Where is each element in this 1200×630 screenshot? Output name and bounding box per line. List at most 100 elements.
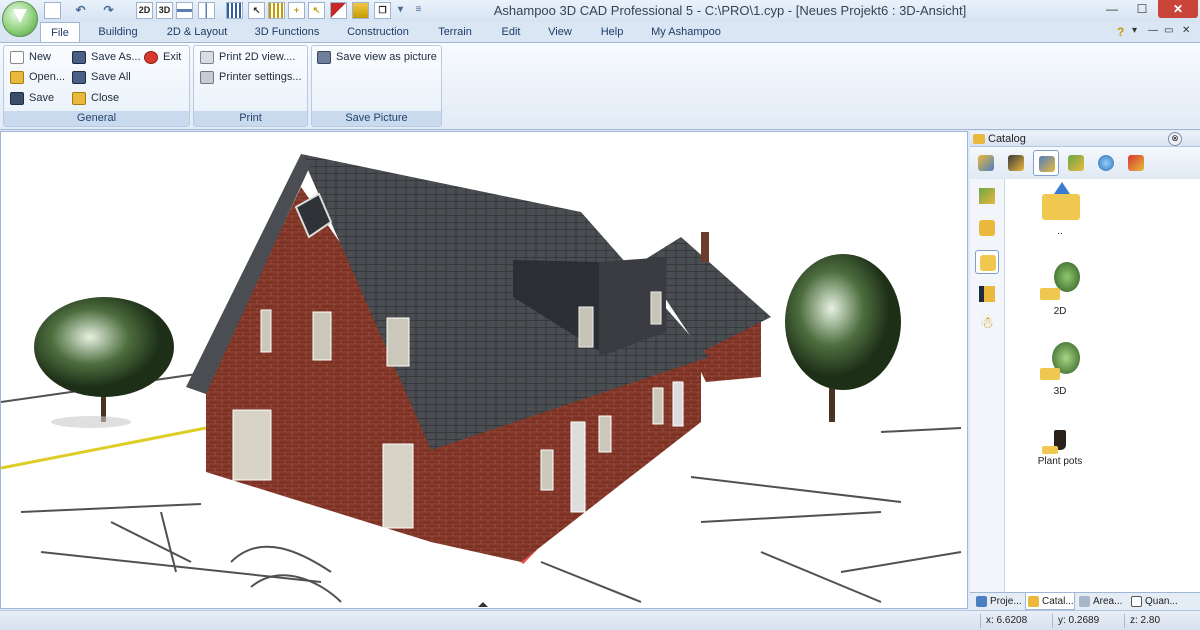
power-icon (144, 50, 158, 64)
new-doc-icon[interactable] (44, 2, 61, 19)
print-2d-button[interactable]: Print 2D view.... (200, 48, 295, 66)
catalog-item-2d[interactable]: 2D (1010, 262, 1110, 317)
group-print-label: Print (194, 111, 307, 126)
grid-icon[interactable] (226, 2, 243, 19)
tab-edit[interactable]: Edit (494, 22, 528, 42)
panel-tab-catalog[interactable]: Catal... (1025, 593, 1075, 610)
side-tool-4[interactable] (975, 282, 999, 306)
redo-icon[interactable]: ↷ (100, 2, 117, 19)
side-tool-1[interactable] (975, 184, 999, 208)
globe-icon (1098, 155, 1114, 171)
3d-house-scene[interactable] (1, 132, 968, 609)
printer-icon (200, 50, 214, 64)
save-as-button[interactable]: Save As... (72, 48, 141, 66)
snap-lines-icon[interactable] (268, 2, 285, 19)
snap-cross-icon[interactable]: + (288, 2, 305, 19)
catalog-item-label: .. (1057, 226, 1063, 237)
catalog-item-parent[interactable]: .. (1010, 182, 1110, 237)
mdi-restore-icon[interactable]: ▭ (1164, 25, 1173, 36)
save-disk-icon (10, 91, 24, 105)
save-view-as-picture-button[interactable]: Save view as picture (317, 48, 437, 66)
tab-view[interactable]: View (540, 22, 580, 42)
status-x-coordinate: x: 6.6208 (980, 614, 1052, 628)
exit-button[interactable]: Exit (144, 48, 181, 66)
open-button[interactable]: Open... (10, 68, 65, 86)
close-folder-icon (72, 91, 86, 105)
minimize-button[interactable]: — (1098, 0, 1126, 18)
tab-construction[interactable]: Construction (340, 22, 416, 42)
folder-up-icon (1038, 182, 1082, 226)
measure-icon[interactable] (330, 2, 347, 19)
application-menu-button[interactable] (2, 1, 38, 37)
save-all-button[interactable]: Save All (72, 68, 131, 86)
viewport-splitter-handle[interactable] (478, 602, 488, 607)
customize-icon[interactable]: ≡ (410, 2, 427, 19)
view-3d-button[interactable]: 3D (156, 2, 173, 19)
walls-icon[interactable] (352, 2, 369, 19)
panel-tab-area[interactable]: Area... (1077, 593, 1127, 610)
mdi-minimize-icon[interactable]: — (1148, 25, 1158, 36)
main-house (186, 154, 709, 562)
status-z-coordinate: z: 2.80 (1124, 614, 1196, 628)
mdi-close-icon[interactable]: ✕ (1182, 25, 1190, 36)
status-y-coordinate: y: 0.2689 (1052, 614, 1124, 628)
copy-icon[interactable]: ❐ (374, 2, 391, 19)
save-button[interactable]: Save (10, 89, 54, 107)
catalog-grid-icon (979, 188, 995, 204)
catalog-item-plant-pots[interactable]: Plant pots (1010, 428, 1110, 467)
tab-3d-functions[interactable]: 3D Functions (248, 22, 326, 42)
group-general-label: General (4, 111, 189, 126)
side-tool-5[interactable]: ☃ (975, 312, 999, 336)
undo-icon[interactable]: ↶ (72, 2, 89, 19)
tab-2d-layout[interactable]: 2D & Layout (158, 22, 236, 42)
3d-viewport[interactable] (0, 131, 968, 609)
quantities-icon (1131, 596, 1142, 607)
plant-2d-icon (1038, 262, 1082, 306)
project-tree-icon (976, 596, 987, 607)
lights-icon (1128, 155, 1144, 171)
tab-building[interactable]: Building (88, 22, 148, 42)
quick-access-more[interactable]: ▾ (392, 2, 409, 19)
close-window-button[interactable]: ✕ (1158, 0, 1198, 18)
catalog-pin-icon[interactable]: ⊗ (1168, 132, 1182, 146)
materials-icon (1068, 155, 1084, 171)
door-icon (1008, 155, 1024, 171)
help-icon[interactable]: ? (1117, 25, 1124, 39)
select-cursor-icon[interactable]: ↖ (248, 2, 265, 19)
help-dropdown-icon[interactable]: ▾ (1132, 25, 1137, 36)
plants-folder-icon (1039, 156, 1055, 172)
group-save-picture-label: Save Picture (312, 111, 441, 126)
area-icon (1079, 596, 1090, 607)
catalog-tool-plants[interactable] (1033, 150, 1059, 176)
catalog-item-3d[interactable]: 3D (1010, 342, 1110, 397)
open-folder-icon (10, 70, 24, 84)
panel-tab-project[interactable]: Proje... (974, 593, 1024, 610)
horizontal-split-icon[interactable] (176, 2, 193, 19)
catalog-tool-furniture[interactable] (973, 150, 999, 176)
side-tool-3[interactable] (975, 250, 999, 274)
new-button[interactable]: New (10, 48, 51, 66)
view-2d-button[interactable]: 2D (136, 2, 153, 19)
catalog-folder-icon (973, 134, 985, 144)
catalog-tool-lights[interactable] (1123, 150, 1149, 176)
tab-terrain[interactable]: Terrain (430, 22, 480, 42)
catalog-tool-doors[interactable] (1003, 150, 1029, 176)
side-tool-2[interactable] (975, 216, 999, 240)
tab-file[interactable]: File (40, 22, 80, 43)
close-button[interactable]: Close (72, 89, 119, 107)
pointer-icon[interactable]: ↖ (308, 2, 325, 19)
down-arrow-icon (13, 9, 27, 23)
book-icon (979, 286, 995, 302)
panel-tab-quantities[interactable]: Quan... (1129, 593, 1181, 610)
catalog-title: Catalog (988, 133, 1026, 145)
catalog-item-label: Plant pots (1037, 456, 1083, 467)
catalog-tool-textures[interactable] (1093, 150, 1119, 176)
maximize-button[interactable]: ☐ (1128, 0, 1156, 18)
catalog-item-label: 2D (1053, 306, 1067, 317)
tab-help[interactable]: Help (592, 22, 632, 42)
tab-my-ashampoo[interactable]: My Ashampoo (646, 22, 726, 42)
printer-settings-button[interactable]: Printer settings... (200, 68, 302, 86)
catalog-tool-materials[interactable] (1063, 150, 1089, 176)
folder-icon (979, 220, 995, 236)
vertical-split-icon[interactable] (198, 2, 215, 19)
